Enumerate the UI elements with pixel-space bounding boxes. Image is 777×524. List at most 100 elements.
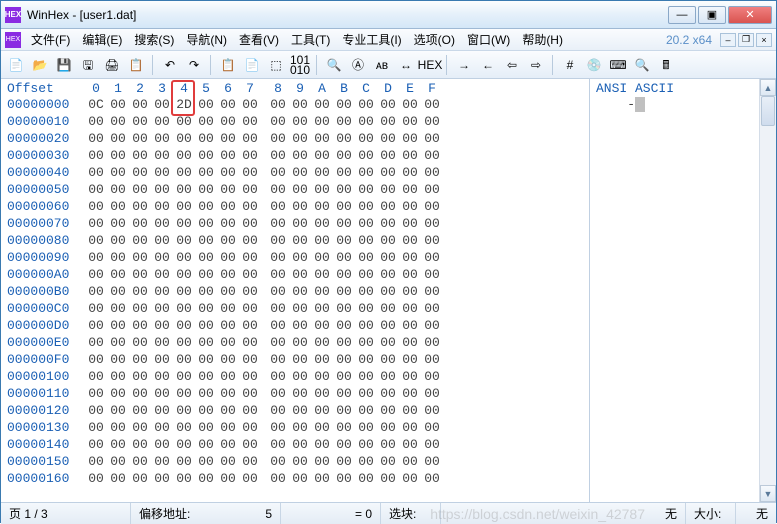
byte-cell[interactable]: 00 xyxy=(355,181,377,198)
byte-cell[interactable]: 00 xyxy=(399,232,421,249)
byte-cell[interactable]: 00 xyxy=(239,215,261,232)
byte-cell[interactable]: 00 xyxy=(173,368,195,385)
byte-cell[interactable]: 00 xyxy=(85,385,107,402)
hex-row[interactable]: 0000008000000000000000000000000000000000 xyxy=(7,232,583,249)
byte-cell[interactable]: 00 xyxy=(129,130,151,147)
menu-f[interactable]: 文件(F) xyxy=(25,29,76,50)
offset-cell[interactable]: 00000080 xyxy=(7,232,85,249)
hex-col-C[interactable]: C xyxy=(355,81,377,96)
byte-cell[interactable]: 00 xyxy=(289,232,311,249)
scroll-up-icon[interactable]: ▲ xyxy=(760,79,776,96)
byte-cell[interactable]: 00 xyxy=(311,385,333,402)
byte-cell[interactable]: 00 xyxy=(333,232,355,249)
byte-cell[interactable]: 00 xyxy=(151,351,173,368)
byte-cell[interactable]: 00 xyxy=(333,249,355,266)
hex-row[interactable]: 0000011000000000000000000000000000000000 xyxy=(7,385,583,402)
menu-v[interactable]: 查看(V) xyxy=(233,29,285,50)
byte-cell[interactable]: 00 xyxy=(151,419,173,436)
byte-cell[interactable]: 00 xyxy=(355,385,377,402)
byte-cell[interactable]: 00 xyxy=(239,317,261,334)
byte-cell[interactable]: 00 xyxy=(311,164,333,181)
byte-cell[interactable]: 00 xyxy=(267,453,289,470)
byte-cell[interactable]: 00 xyxy=(217,164,239,181)
offset-cell[interactable]: 00000010 xyxy=(7,113,85,130)
byte-cell[interactable]: 00 xyxy=(289,266,311,283)
byte-cell[interactable]: 00 xyxy=(195,419,217,436)
hex-row[interactable]: 0000006000000000000000000000000000000000 xyxy=(7,198,583,215)
hex-col-7[interactable]: 7 xyxy=(239,81,261,96)
byte-cell[interactable]: 00 xyxy=(85,113,107,130)
byte-cell[interactable]: 00 xyxy=(333,96,355,113)
byte-cell[interactable]: 00 xyxy=(355,130,377,147)
byte-cell[interactable]: 00 xyxy=(85,164,107,181)
paste-button[interactable]: 📄 xyxy=(241,54,263,76)
byte-cell[interactable]: 00 xyxy=(267,198,289,215)
byte-cell[interactable]: 00 xyxy=(195,215,217,232)
byte-cell[interactable]: 00 xyxy=(239,470,261,487)
byte-cell[interactable]: 00 xyxy=(173,198,195,215)
byte-cell[interactable]: 00 xyxy=(289,402,311,419)
byte-cell[interactable]: 00 xyxy=(173,164,195,181)
nav-forward-button[interactable]: ⇨ xyxy=(525,54,547,76)
byte-cell[interactable]: 00 xyxy=(289,96,311,113)
byte-cell[interactable]: 00 xyxy=(267,351,289,368)
offset-cell[interactable]: 00000120 xyxy=(7,402,85,419)
hex-col-8[interactable]: 8 xyxy=(267,81,289,96)
byte-cell[interactable]: 00 xyxy=(107,266,129,283)
menu-h[interactable]: 帮助(H) xyxy=(516,29,569,50)
byte-cell[interactable]: 00 xyxy=(85,300,107,317)
byte-cell[interactable]: 00 xyxy=(129,453,151,470)
nav-back-button[interactable]: ⇦ xyxy=(501,54,523,76)
hex-row[interactable]: 0000014000000000000000000000000000000000 xyxy=(7,436,583,453)
hex-col-4[interactable]: 4 xyxy=(173,81,195,96)
byte-cell[interactable]: 00 xyxy=(217,317,239,334)
byte-cell[interactable]: 00 xyxy=(355,453,377,470)
byte-cell[interactable]: 00 xyxy=(85,419,107,436)
hash-button[interactable]: # xyxy=(559,54,581,76)
byte-cell[interactable]: 00 xyxy=(377,249,399,266)
byte-cell[interactable]: 00 xyxy=(195,283,217,300)
mdi-restore-button[interactable]: ❐ xyxy=(738,33,754,47)
byte-cell[interactable]: 00 xyxy=(217,334,239,351)
byte-cell[interactable]: 00 xyxy=(173,130,195,147)
byte-cell[interactable]: 00 xyxy=(267,181,289,198)
byte-cell[interactable]: 00 xyxy=(289,436,311,453)
menu-i[interactable]: 专业工具(I) xyxy=(336,29,407,50)
byte-cell[interactable]: 00 xyxy=(421,470,443,487)
byte-cell[interactable]: 00 xyxy=(217,453,239,470)
byte-cell[interactable]: 00 xyxy=(173,351,195,368)
find-button[interactable]: 🔍 xyxy=(323,54,345,76)
hex-row[interactable]: 0000001000000000000000000000000000000000 xyxy=(7,113,583,130)
byte-cell[interactable]: 00 xyxy=(195,453,217,470)
byte-cell[interactable]: 00 xyxy=(421,453,443,470)
byte-cell[interactable]: 00 xyxy=(399,453,421,470)
byte-cell[interactable]: 00 xyxy=(85,351,107,368)
hex-row[interactable]: 0000003000000000000000000000000000000000 xyxy=(7,147,583,164)
byte-cell[interactable]: 00 xyxy=(311,419,333,436)
byte-cell[interactable]: 00 xyxy=(311,130,333,147)
byte-cell[interactable]: 00 xyxy=(311,113,333,130)
byte-cell[interactable]: 00 xyxy=(355,96,377,113)
byte-cell[interactable]: 00 xyxy=(195,96,217,113)
offset-cell[interactable]: 000000D0 xyxy=(7,317,85,334)
byte-cell[interactable]: 00 xyxy=(311,334,333,351)
forward-button[interactable]: ← xyxy=(477,54,499,76)
hex-row[interactable]: 000000000C0000002D0000000000000000000000 xyxy=(7,96,583,113)
save-alt-button[interactable]: 🖫 xyxy=(77,54,99,76)
byte-cell[interactable]: 00 xyxy=(377,436,399,453)
hex-row[interactable]: 0000012000000000000000000000000000000000 xyxy=(7,402,583,419)
redo-button[interactable]: ↷ xyxy=(183,54,205,76)
offset-cell[interactable]: 00000140 xyxy=(7,436,85,453)
byte-cell[interactable]: 00 xyxy=(239,181,261,198)
byte-cell[interactable]: 00 xyxy=(377,266,399,283)
byte-cell[interactable]: 00 xyxy=(289,351,311,368)
byte-cell[interactable]: 00 xyxy=(151,164,173,181)
byte-cell[interactable]: 00 xyxy=(289,215,311,232)
byte-cell[interactable]: 00 xyxy=(129,96,151,113)
byte-cell[interactable]: 00 xyxy=(289,198,311,215)
byte-cell[interactable]: 00 xyxy=(151,232,173,249)
byte-cell[interactable]: 00 xyxy=(129,385,151,402)
byte-cell[interactable]: 00 xyxy=(333,470,355,487)
byte-cell[interactable]: 00 xyxy=(107,402,129,419)
byte-cell[interactable]: 00 xyxy=(289,249,311,266)
